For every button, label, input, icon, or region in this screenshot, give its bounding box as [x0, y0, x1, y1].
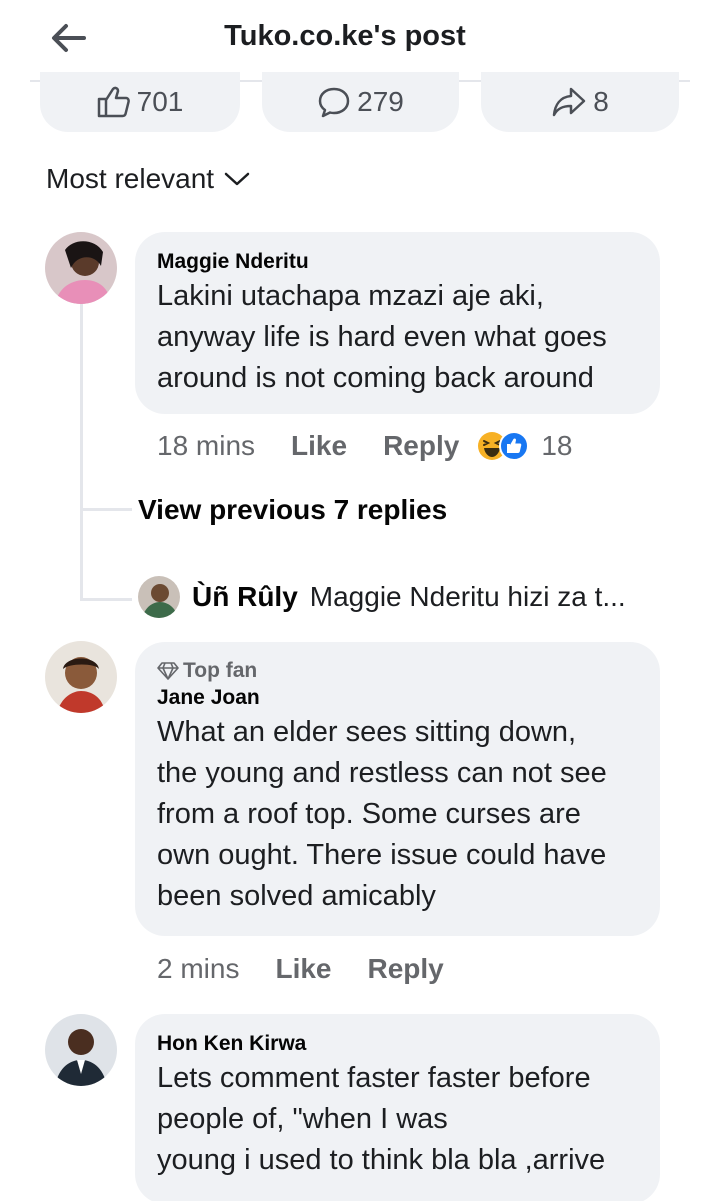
comment-actions: 18 mins Like Reply 18 — [157, 430, 572, 462]
comment-bubble[interactable]: Top fan Jane Joan What an elder sees sit… — [135, 642, 660, 936]
avatar[interactable] — [45, 1014, 117, 1086]
shares-count-button[interactable]: 8 — [481, 72, 679, 132]
avatar[interactable] — [45, 641, 117, 713]
avatar[interactable] — [138, 576, 180, 618]
comment-text-line: been solved amicably — [157, 880, 436, 912]
comment-text-line: from a roof top. Some curses are — [157, 798, 581, 830]
comment-text-line: Lakini utachapa mzazi aje aki, — [157, 280, 544, 312]
reply-author[interactable]: Ùñ Rûly — [192, 581, 298, 613]
thread-branch — [80, 508, 132, 511]
page-title: Tuko.co.ke's post — [224, 20, 466, 52]
comment-author[interactable]: Maggie Nderitu — [157, 248, 638, 276]
comment-text-line: the young and restless can not see — [157, 757, 607, 789]
comment-text-line: people of, "when I was — [157, 1103, 448, 1135]
top-bar: Tuko.co.ke's post — [0, 0, 720, 80]
reply-button[interactable]: Reply — [368, 953, 444, 985]
comment-text-line: around is not coming back around — [157, 362, 594, 394]
comment-bubble[interactable]: Hon Ken Kirwa Lets comment faster faster… — [135, 1014, 660, 1201]
sort-dropdown[interactable]: Most relevant — [46, 163, 250, 195]
badge-label: Top fan — [183, 659, 258, 682]
comment-author[interactable]: Hon Ken Kirwa — [157, 1030, 638, 1058]
reactions-summary[interactable]: 18 — [477, 430, 572, 462]
comment-timestamp: 18 mins — [157, 430, 256, 461]
comment-bubble[interactable]: Maggie Nderitu Lakini utachapa mzazi aje… — [135, 232, 660, 414]
like-button[interactable]: Like — [291, 430, 347, 462]
comment-text-line: What an elder sees sitting down, — [157, 716, 577, 748]
thread-branch — [80, 598, 132, 601]
thumbs-up-icon — [97, 86, 130, 118]
reply-text: Maggie Nderitu hizi za t... — [309, 581, 626, 612]
share-arrow-icon — [552, 87, 586, 117]
likes-count-button[interactable]: 701 — [40, 72, 240, 132]
comment-text-line: young i used to think bla bla ,arrive — [157, 1144, 606, 1176]
reaction-count: 18 — [541, 430, 573, 461]
shares-count: 8 — [593, 86, 609, 117]
comment-author[interactable]: Jane Joan — [157, 684, 638, 712]
comment-actions: 2 mins Like Reply — [157, 953, 444, 985]
thread-line — [80, 300, 83, 600]
avatar[interactable] — [45, 232, 117, 304]
comments-count: 279 — [357, 86, 404, 117]
like-button[interactable]: Like — [275, 953, 331, 985]
comments-count-button[interactable]: 279 — [262, 72, 459, 132]
comment-text-line: Lets comment faster faster before — [157, 1062, 591, 1094]
comment-bubble-icon — [318, 87, 350, 118]
likes-count: 701 — [136, 86, 184, 117]
comment-text-line: anyway life is hard even what goes — [157, 321, 607, 353]
top-fan-badge: Top fan — [157, 658, 638, 684]
reply-button[interactable]: Reply — [383, 430, 459, 462]
diamond-icon — [157, 662, 179, 680]
comment-text-line: own ought. There issue could have — [157, 839, 607, 871]
reply-preview[interactable]: Ùñ Rûly Maggie Nderitu hizi za t... — [138, 576, 626, 618]
view-previous-replies-link[interactable]: View previous 7 replies — [138, 494, 447, 526]
comment-timestamp: 2 mins — [157, 953, 240, 984]
chevron-down-icon — [224, 172, 250, 186]
like-reaction-icon — [499, 431, 530, 461]
sort-label: Most relevant — [46, 163, 215, 194]
